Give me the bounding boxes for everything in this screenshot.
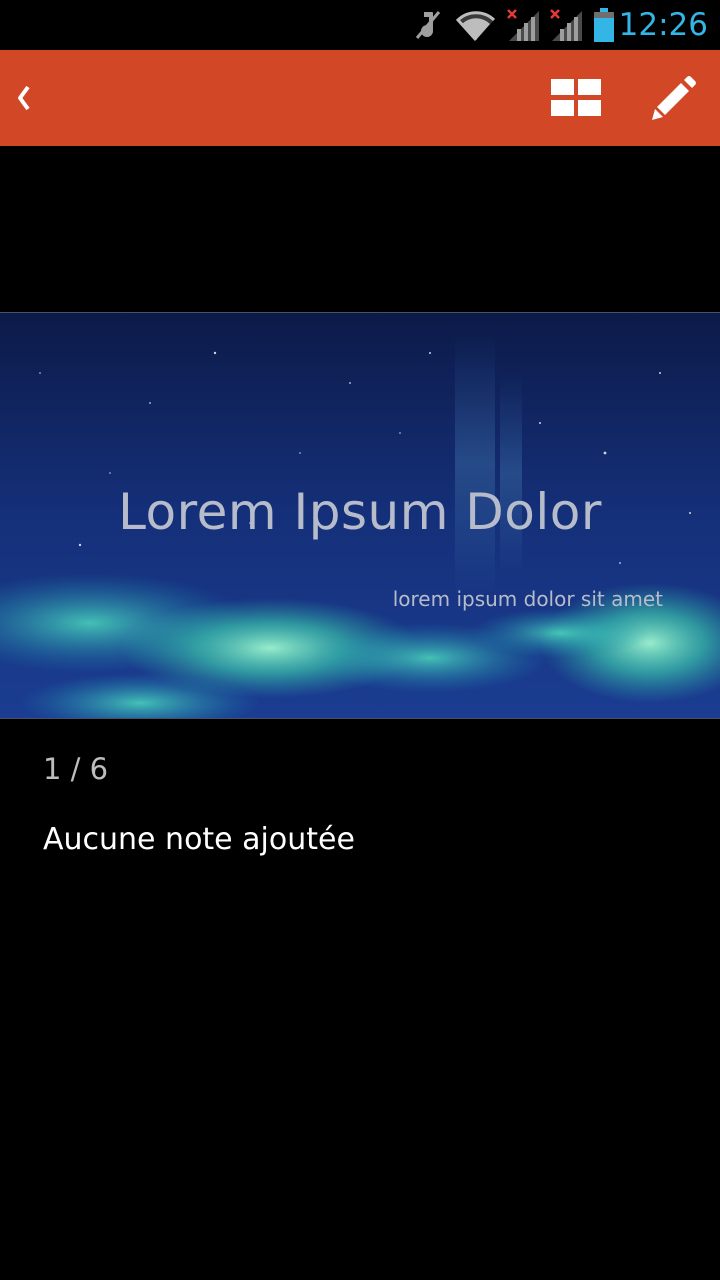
status-bar: 12:26 [0,0,720,50]
slide-title: Lorem Ipsum Dolor [118,483,602,541]
status-time: 12:26 [618,7,708,43]
wifi-icon [455,0,497,50]
edit-button[interactable] [634,50,714,146]
slide-preview[interactable]: Lorem Ipsum Dolor lorem ipsum dolor sit … [0,312,720,719]
action-bar [0,50,720,146]
signal-no-service-icon [547,0,585,50]
speaker-notes: Aucune note ajoutée [43,822,355,857]
battery-icon [592,0,616,50]
pencil-icon [652,76,696,120]
back-button[interactable] [0,50,48,146]
signal-no-service-icon [504,0,542,50]
slide-grid-button[interactable] [536,50,616,146]
slide-subtitle: lorem ipsum dolor sit amet [392,587,663,611]
slide-counter: 1 / 6 [43,752,109,786]
slide-grid-icon [551,79,601,116]
mute-icon [412,0,444,50]
chevron-left-icon [18,85,30,111]
